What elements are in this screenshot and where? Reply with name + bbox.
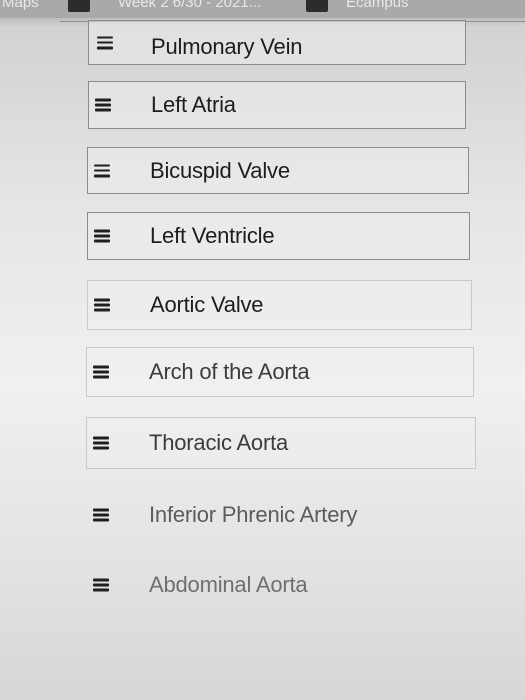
sortable-list: Pulmonary Vein Left Atria Bicuspid Valve… (0, 0, 525, 700)
list-item[interactable]: Arch of the Aorta (86, 347, 474, 397)
list-item[interactable]: Bicuspid Valve (87, 147, 469, 194)
drag-handle-icon[interactable] (93, 436, 109, 450)
list-item-label: Pulmonary Vein (151, 33, 303, 59)
list-item[interactable]: Left Atria (88, 81, 466, 129)
list-item-label: Bicuspid Valve (150, 157, 290, 183)
list-item-label: Thoracic Aorta (149, 430, 289, 455)
list-item[interactable]: Left Ventricle (87, 212, 470, 260)
drag-handle-icon[interactable] (94, 164, 110, 177)
drag-handle-icon[interactable] (94, 229, 110, 243)
list-item[interactable]: Pulmonary Vein (88, 20, 466, 65)
drag-handle-icon[interactable] (97, 36, 113, 49)
list-item[interactable]: Abdominal Aorta (86, 560, 480, 610)
list-item[interactable]: Inferior Phrenic Artery (86, 490, 478, 540)
drag-handle-icon[interactable] (95, 98, 111, 112)
list-item-label: Left Atria (151, 92, 236, 117)
drag-handle-icon[interactable] (93, 365, 109, 379)
drag-handle-icon[interactable] (93, 508, 109, 522)
list-item-label: Inferior Phrenic Artery (149, 502, 358, 527)
list-item[interactable]: Aortic Valve (87, 280, 472, 330)
list-item-label: Arch of the Aorta (149, 359, 310, 384)
list-item-label: Abdominal Aorta (149, 572, 308, 597)
drag-handle-icon[interactable] (93, 578, 109, 592)
list-item-label: Left Ventricle (150, 223, 275, 248)
list-item[interactable]: Thoracic Aorta (86, 417, 476, 469)
drag-handle-icon[interactable] (94, 298, 110, 312)
list-item-label: Aortic Valve (150, 292, 264, 317)
